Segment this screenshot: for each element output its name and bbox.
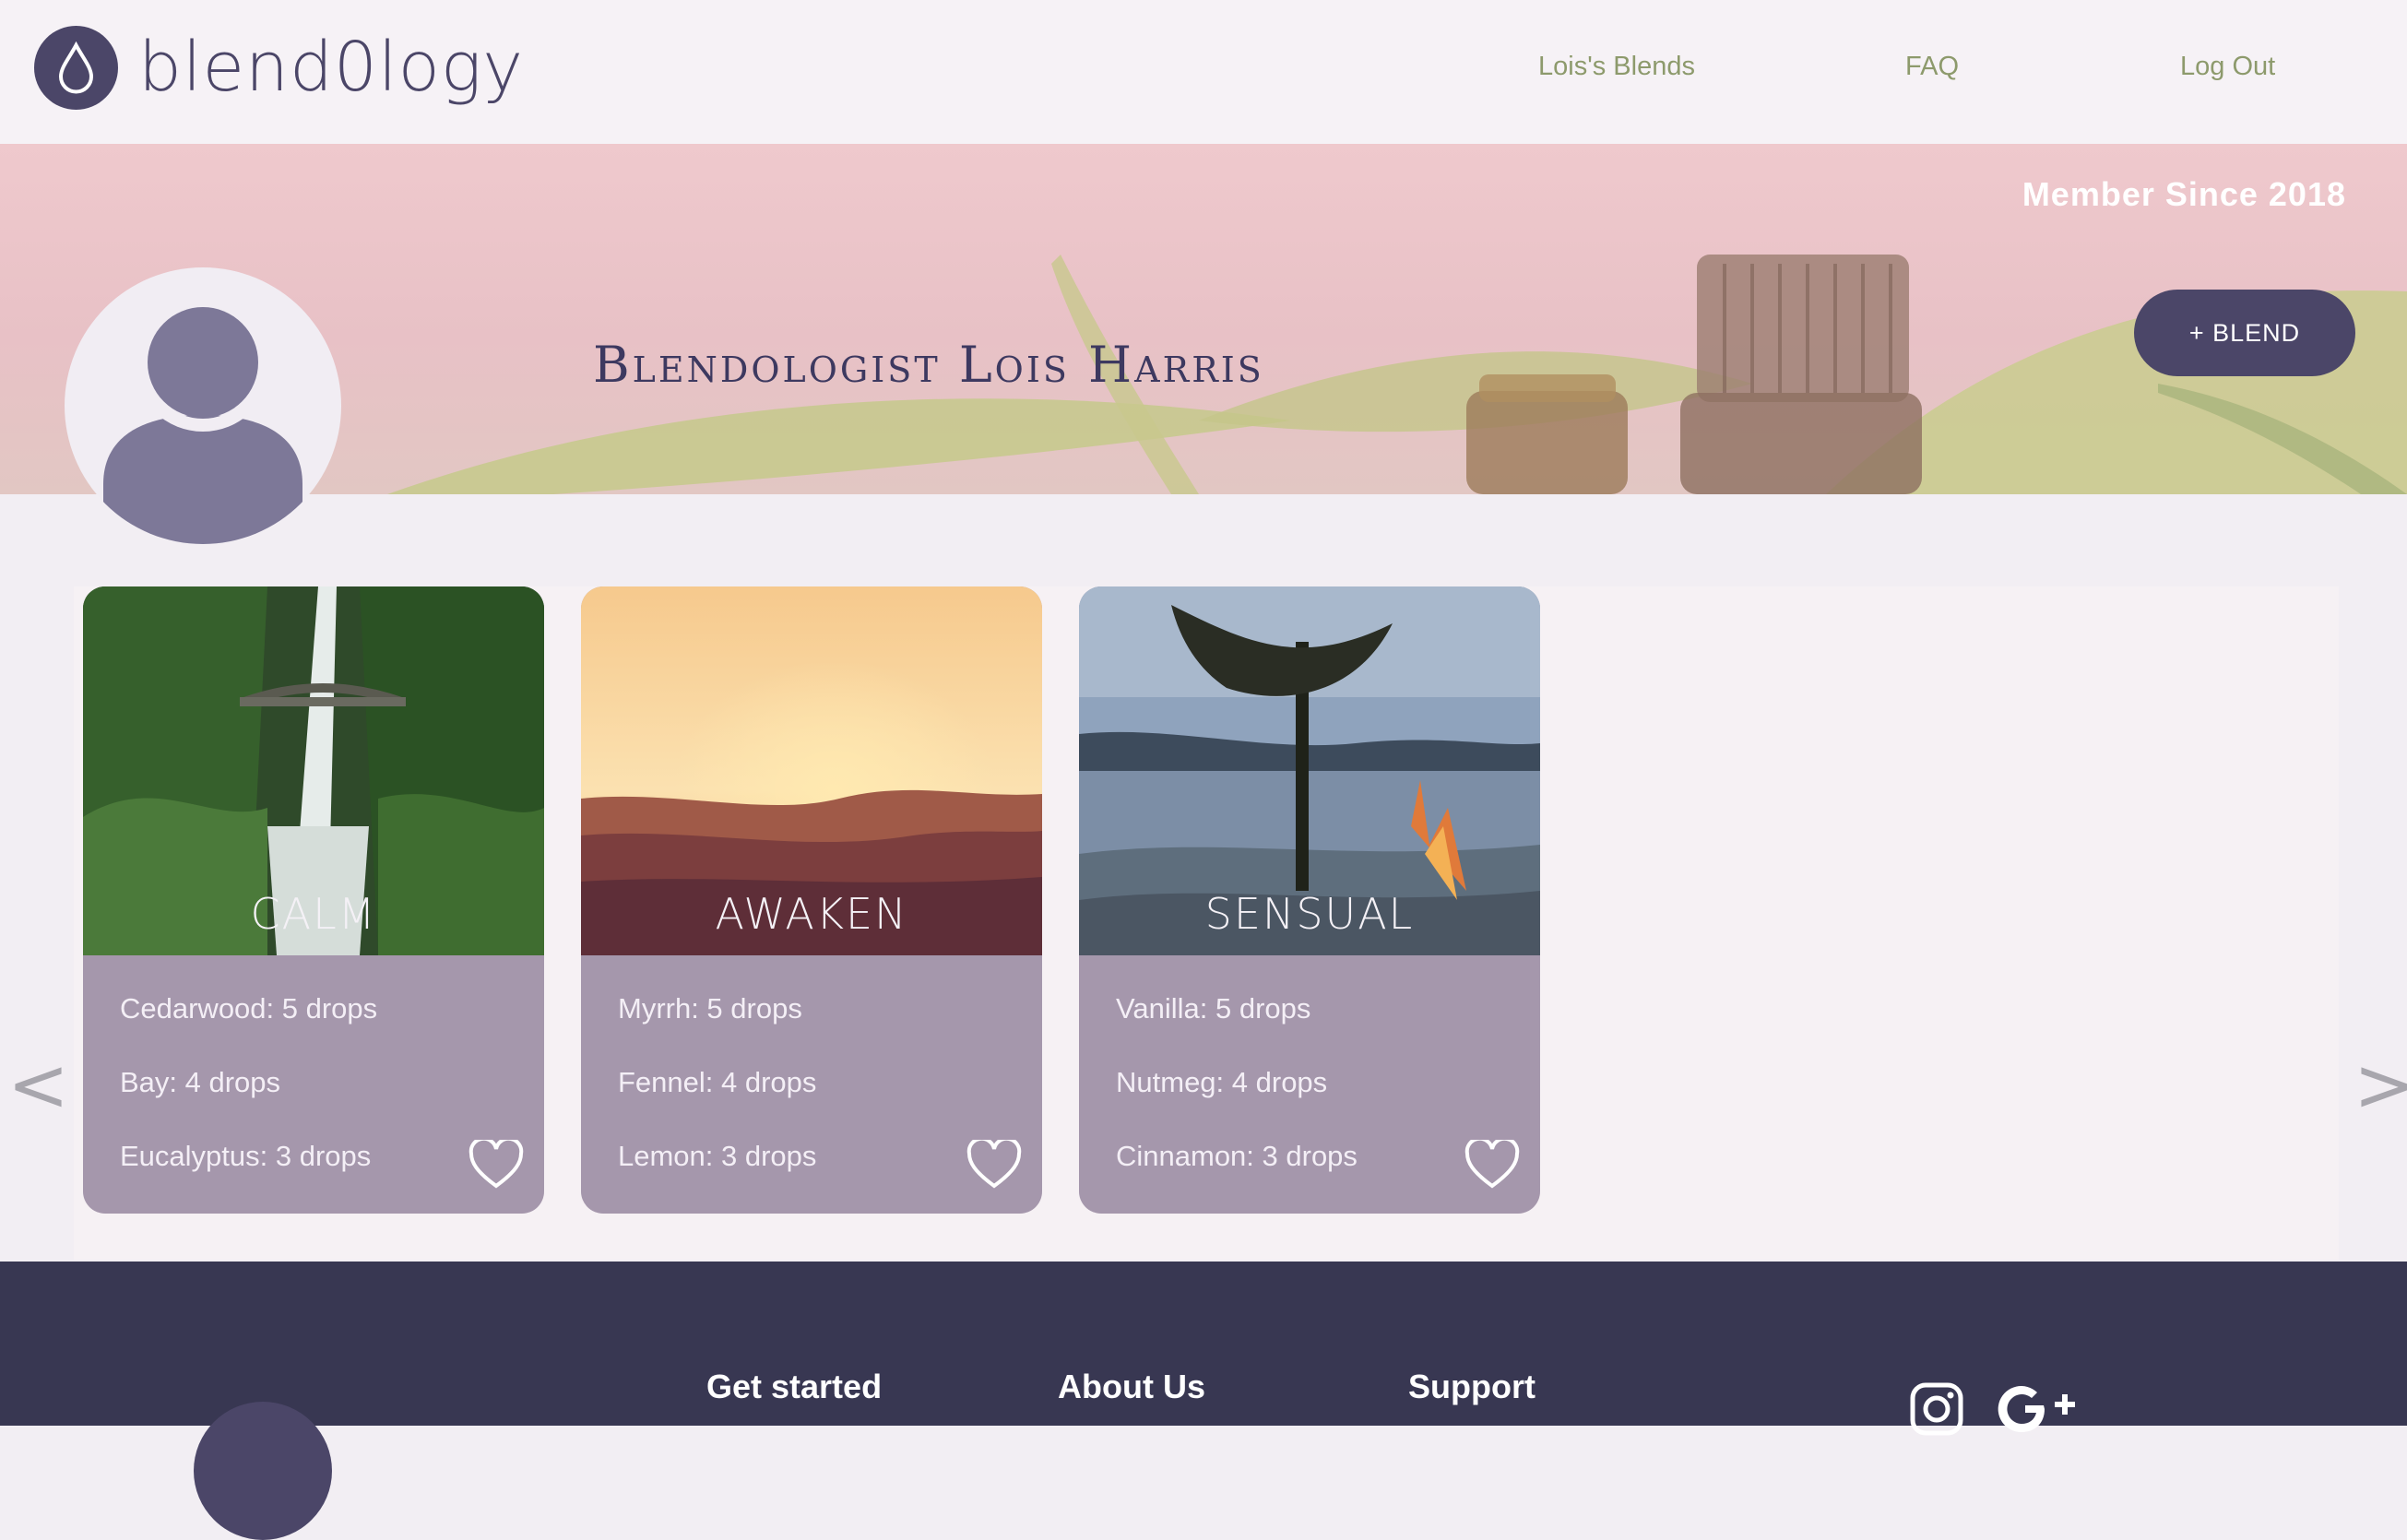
footer-logo[interactable] [194, 1402, 332, 1540]
avatar[interactable] [65, 267, 341, 544]
logo-drop-icon[interactable] [34, 26, 118, 110]
logo-wordmark[interactable]: blend0logy [138, 28, 524, 107]
ingredient: Vanilla: 5 drops [1116, 992, 1311, 1025]
ingredient: Cedarwood: 5 drops [120, 992, 378, 1025]
google-plus-icon[interactable] [1998, 1381, 2081, 1437]
ingredient: Cinnamon: 3 drops [1116, 1140, 1358, 1172]
member-since-label: Member Since 2018 [2022, 175, 2346, 213]
site-header: blend0logy Lois's Blends FAQ Log Out [0, 0, 2407, 144]
profile-banner: Member Since 2018 + BLEND Blendologist L… [0, 144, 2407, 494]
blend-card-sensual[interactable]: SENSUAL Vanilla: 5 drops Nutmeg: 4 drops… [1079, 586, 1540, 1214]
footer-support[interactable]: Support [1408, 1368, 1536, 1406]
card-title: SENSUAL [1204, 889, 1415, 939]
user-icon [103, 293, 302, 544]
site-footer: Get started About Us Support [0, 1262, 2407, 1540]
add-blend-button[interactable]: + BLEND [2134, 290, 2355, 376]
carousel-next-arrow[interactable]: > [2354, 1042, 2407, 1128]
heart-icon[interactable] [1464, 1140, 1520, 1190]
card-title: AWAKEN [715, 889, 908, 939]
blend-card-awaken[interactable]: AWAKEN Myrrh: 5 drops Fennel: 4 drops Le… [581, 586, 1042, 1214]
heart-icon[interactable] [966, 1140, 1022, 1190]
ingredient: Bay: 4 drops [120, 1066, 281, 1098]
ingredient: Fennel: 4 drops [618, 1066, 817, 1098]
nav-faq[interactable]: FAQ [1905, 52, 1959, 82]
ingredient: Nutmeg: 4 drops [1116, 1066, 1328, 1098]
ingredient: Lemon: 3 drops [618, 1140, 817, 1172]
footer-about-us[interactable]: About Us [1058, 1368, 1205, 1406]
ingredient: Eucalyptus: 3 drops [120, 1140, 372, 1172]
blend-card-calm[interactable]: CALM Cedarwood: 5 drops Bay: 4 drops Euc… [83, 586, 544, 1214]
carousel-prev-arrow[interactable]: < [7, 1042, 69, 1128]
heart-icon[interactable] [468, 1140, 524, 1190]
ingredient: Myrrh: 5 drops [618, 992, 802, 1025]
footer-get-started[interactable]: Get started [706, 1368, 882, 1406]
card-title: CALM [250, 889, 377, 939]
profile-name: Blendologist Lois Harris [593, 336, 1264, 394]
nav-lois-blends[interactable]: Lois's Blends [1538, 52, 1695, 82]
nav-log-out[interactable]: Log Out [2180, 52, 2275, 82]
instagram-icon[interactable] [1909, 1381, 1964, 1437]
